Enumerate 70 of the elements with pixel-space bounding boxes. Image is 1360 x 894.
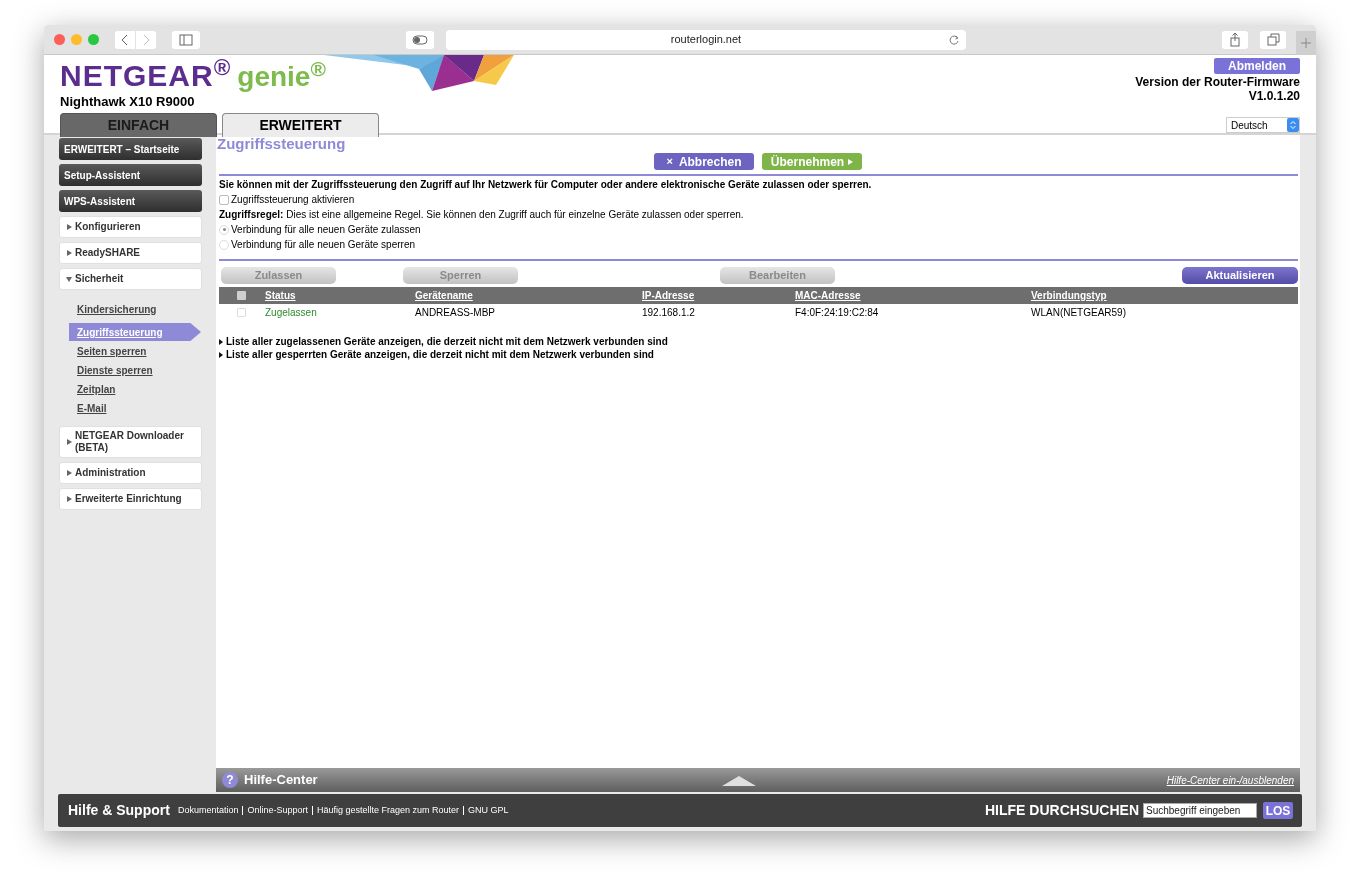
column-header[interactable]: Verbindungstyp [1031,288,1298,303]
column-header[interactable]: Status [265,288,415,303]
checkbox-label: Zugriffssteuerung aktivieren [231,193,355,207]
sidebar-link[interactable]: Zeitplan [69,380,201,398]
close-icon: × [666,153,673,170]
description-text: Sie können mit der Zugriffssteuerung den Zugriff auf Ihr Netzwerk für Computer oder andere elektronische Geräte zulassen oder sperren. [219,178,873,192]
cancel-button[interactable]: × Abbrechen [654,153,754,170]
table-cell-text: WLAN(NETGEAR59) [1031,306,1127,320]
sidebar-section[interactable]: Erweiterte Einrichtung [59,488,202,510]
select-all-checkbox[interactable] [237,291,246,300]
search-label: HILFE DURCHSUCHEN [985,801,1139,820]
sidebar-icon[interactable] [172,30,200,49]
model-name: Nighthawk X10 R9000 [60,94,196,109]
help-center-label: Hilfe-Center [244,771,318,790]
sidebar-link[interactable]: Dienste sperren [69,361,201,379]
sidebar-link[interactable]: Kindersicherung [69,300,201,318]
help-icon: ? [222,772,238,788]
action-button[interactable]: Aktualisieren [1182,267,1298,284]
footer-link[interactable]: Online-Support [247,803,308,818]
address-bar[interactable]: routerlogin.net [446,29,966,50]
table-cell-text: 192.168.1.2 [642,306,696,320]
close-window-icon[interactable] [54,34,65,45]
page-title: Zugriffssteuerung [217,135,347,153]
footer-link[interactable]: Dokumentation [177,803,239,818]
column-header[interactable]: Gerätename [415,288,642,303]
footer-link[interactable]: Häufig gestellte Fragen zum Router [317,803,460,818]
collapse-arrow-icon[interactable] [722,776,756,786]
back-icon[interactable] [115,30,135,49]
minimize-window-icon[interactable] [71,34,82,45]
rule-text: Zugriffsregel: Dies ist eine allgemeine Regel. Sie können den Zugriff auch für einzelne Geräte zulassen oder sperren. [219,208,745,222]
table-cell-text: F4:0F:24:19:C2:84 [795,306,880,320]
sidebar-button[interactable]: Setup-Assistent [59,164,202,186]
sidebar-link[interactable]: Seiten sperren [69,342,201,360]
row-checkbox[interactable] [237,308,246,317]
sidebar-button[interactable]: ERWEITERT – Startseite [59,138,202,160]
caret-right-icon [848,158,854,165]
radio-label: Verbindung für alle neuen Geräte sperren [231,238,415,252]
toggle-icon[interactable] [406,30,434,49]
help-center-toggle-link[interactable]: Hilfe-Center ein-/ausblenden [1166,772,1294,788]
column-header[interactable]: IP-Adresse [642,288,795,303]
new-tab-icon[interactable] [1296,30,1316,55]
tab[interactable]: ERWEITERT [222,113,379,137]
search-field[interactable]: Suchbegriff eingeben [1143,803,1257,818]
firmware-version: V1.0.1.20 [1248,89,1300,103]
reload-icon[interactable] [948,33,960,46]
table-cell-text: Zugelassen [265,306,318,320]
zoom-window-icon[interactable] [88,34,99,45]
sidebar-button[interactable]: WPS-Assistent [59,190,202,212]
sidebar-section[interactable]: Konfigurieren [59,216,202,238]
radio-label: Verbindung für alle neuen Geräte zulassen [231,223,421,237]
checkbox[interactable] [219,194,229,205]
language-select[interactable]: Deutsch [1226,117,1300,133]
sidebar-link[interactable]: E-Mail [69,399,201,417]
footer-link[interactable]: GNU GPL [468,803,509,818]
search-button[interactable]: LOS [1263,802,1293,819]
footer-title: Hilfe & Support [68,801,170,820]
tabs-icon[interactable] [1260,30,1286,49]
sidebar-section[interactable]: Sicherheit [59,268,202,290]
sidebar-section[interactable]: ReadySHARE [59,242,202,264]
sidebar-section[interactable]: Administration [59,462,202,484]
expand-list-link[interactable]: Liste aller gesperrten Geräte anzeigen, die derzeit nicht mit dem Netzwerk verbunden sind [219,348,1298,361]
sidebar-section[interactable]: NETGEAR Downloader (BETA) [59,426,202,458]
share-icon[interactable] [1222,30,1248,49]
product-logo: genie$^{®}$ [237,60,326,94]
table-cell-text: ANDREASS-MBP [415,306,496,320]
brand-logo: NETGEAR$^{®}$ [60,59,232,93]
firmware-label: Version der Router-Firmware [1135,75,1300,89]
logout-button[interactable]: Abmelden [1214,58,1300,74]
expand-list-link[interactable]: Liste aller zugelassenen Geräte anzeigen, die derzeit nicht mit dem Netzwerk verbunden sind [219,335,1298,348]
column-header[interactable]: MAC-Adresse [795,288,1031,303]
